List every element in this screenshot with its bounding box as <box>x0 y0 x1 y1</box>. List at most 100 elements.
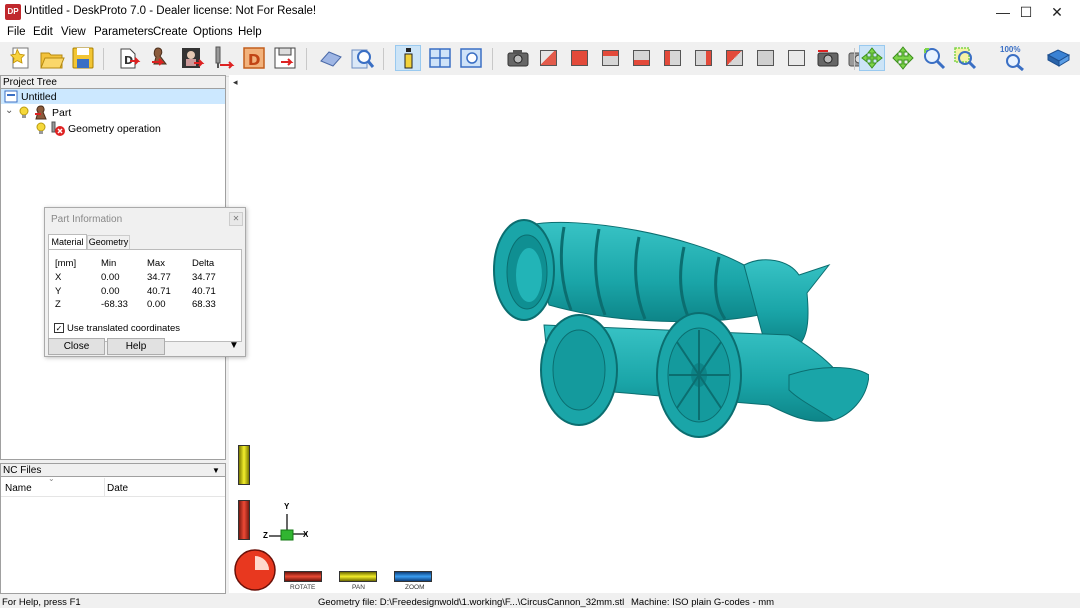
pan-tool-icon[interactable] <box>890 45 916 71</box>
axis-x-label: X <box>303 530 309 539</box>
nc-files-panel: NC Files ▼ Name ⌄ Date <box>0 463 226 594</box>
toolbar: D D 100% <box>0 42 1080 77</box>
view-top-cube-icon[interactable] <box>598 45 624 71</box>
view-back-cube-icon[interactable] <box>722 45 748 71</box>
tree-part-label: Part <box>52 107 72 119</box>
view-bottom-cube-icon[interactable] <box>629 45 655 71</box>
column-name-label: Name <box>5 483 32 494</box>
zoom-box-icon[interactable] <box>952 45 978 71</box>
tree-root-label: Untitled <box>21 91 57 103</box>
rotate-slider-handle[interactable] <box>238 500 250 540</box>
pan-slider-handle[interactable] <box>238 445 250 485</box>
view-left-cube-icon[interactable] <box>660 45 686 71</box>
status-help-text: For Help, press F1 <box>2 597 81 608</box>
row-z-max: 0.00 <box>147 299 166 310</box>
translated-coords-checkbox[interactable]: ✓ <box>54 323 64 333</box>
app-icon[interactable]: DP <box>5 4 21 20</box>
pan-mode-button[interactable] <box>339 571 377 582</box>
lightbulb-icon[interactable] <box>36 122 46 136</box>
3d-viewport[interactable]: ◂ Y Z X ROTATE PAN ZOOM <box>229 75 1080 593</box>
inspect-icon[interactable] <box>349 45 375 71</box>
row-y-max: 40.71 <box>147 286 171 297</box>
toolbar-separator <box>306 48 307 70</box>
zoom-mode-button[interactable] <box>394 571 432 582</box>
view-right-cube-icon[interactable] <box>691 45 717 71</box>
dialog-title: Part Information <box>51 214 123 225</box>
row-x-max: 34.77 <box>147 272 171 283</box>
tab-geometry[interactable]: Geometry <box>87 235 130 249</box>
camera-icon[interactable] <box>505 45 531 71</box>
min-header: Min <box>101 258 117 269</box>
rotate-mode-button[interactable] <box>284 571 322 582</box>
add-operation-icon[interactable] <box>210 45 236 71</box>
row-x-delta: 34.77 <box>192 272 216 283</box>
menu-create[interactable]: Create <box>153 26 188 38</box>
max-header: Max <box>147 258 165 269</box>
unit-header: [mm] <box>55 258 77 269</box>
tab-material[interactable]: Material <box>48 234 87 249</box>
zoom-100-icon[interactable]: 100% <box>999 45 1029 71</box>
column-date[interactable]: Date <box>107 483 128 494</box>
menu-options[interactable]: Options <box>193 26 233 38</box>
menu-edit[interactable]: Edit <box>33 26 53 38</box>
view-iso-cube-icon[interactable] <box>536 45 562 71</box>
rotate-tool-icon[interactable] <box>859 45 885 71</box>
eraser-icon[interactable] <box>318 45 344 71</box>
menu-file[interactable]: File <box>7 26 26 38</box>
dialog-close-icon[interactable]: ✕ <box>229 212 243 226</box>
help-button[interactable]: Help <box>107 338 165 355</box>
view-grey-cube-icon[interactable] <box>753 45 779 71</box>
row-y-axis: Y <box>55 286 62 297</box>
material-tab-panel: [mm] Min Max Delta X 0.00 34.77 34.77 Y … <box>48 249 242 342</box>
toolbar-separator <box>492 48 493 70</box>
row-x-axis: X <box>55 272 62 283</box>
rotate-dial-icon[interactable] <box>233 548 277 592</box>
open-folder-icon[interactable] <box>39 45 65 71</box>
tree-operation-label: Geometry operation <box>68 123 161 135</box>
svg-text:D: D <box>248 51 260 69</box>
camera-rotate-icon[interactable] <box>815 45 841 71</box>
tree-item-untitled[interactable]: Untitled <box>1 89 225 104</box>
tree-item-part[interactable]: Part <box>1 105 225 120</box>
part-info-icon[interactable] <box>395 45 421 71</box>
part-information-dialog: Part Information ✕ Material Geometry [mm… <box>44 207 246 357</box>
collapse-panel-icon[interactable]: ◂ <box>233 77 238 88</box>
translated-coords-label[interactable]: Use translated coordinates <box>67 323 180 334</box>
view-front-cube-icon[interactable] <box>567 45 593 71</box>
toolbar-separator <box>383 48 384 70</box>
operation-error-icon <box>51 121 65 136</box>
toolbar-separator <box>103 48 104 70</box>
view-cube-outline-icon[interactable] <box>784 45 810 71</box>
import-geometry-icon[interactable]: D <box>116 45 142 71</box>
window-title: Untitled - DeskProto 7.0 - Dealer licens… <box>24 5 317 17</box>
create-drawing-icon[interactable]: D <box>241 45 267 71</box>
toolbar-separator <box>854 48 855 70</box>
close-window-button[interactable]: ✕ <box>1034 0 1080 24</box>
lightbulb-icon[interactable] <box>19 106 29 120</box>
row-y-delta: 40.71 <box>192 286 216 297</box>
zoom-in-icon[interactable] <box>921 45 947 71</box>
tree-item-geometry-operation[interactable]: Geometry operation <box>1 121 225 136</box>
sort-chevron-icon: ⌄ <box>48 474 55 483</box>
save-nc-icon[interactable] <box>272 45 298 71</box>
close-button[interactable]: Close <box>48 338 105 355</box>
new-file-icon[interactable] <box>8 45 34 71</box>
delta-header: Delta <box>192 258 215 269</box>
more-options-icon[interactable]: ▼ <box>229 340 239 351</box>
help-book-icon[interactable] <box>1045 45 1071 71</box>
cannon-model[interactable] <box>489 215 869 440</box>
save-icon[interactable] <box>70 45 96 71</box>
menu-view[interactable]: View <box>61 26 86 38</box>
nc-files-dropdown-icon[interactable]: ▼ <box>212 464 220 477</box>
axis-y-label: Y <box>284 502 290 511</box>
add-bitmap-icon[interactable] <box>179 45 205 71</box>
layout-window-icon[interactable] <box>427 45 453 71</box>
menu-parameters[interactable]: Parameters <box>94 26 153 38</box>
menu-help[interactable]: Help <box>238 26 262 38</box>
status-geometry-file: Geometry file: D:\Freedesignwold\1.worki… <box>318 597 625 608</box>
row-z-axis: Z <box>55 299 61 310</box>
zoom-window-icon[interactable] <box>458 45 484 71</box>
add-part-icon[interactable] <box>148 45 174 71</box>
zoom-mode-label: ZOOM <box>405 584 425 591</box>
column-name[interactable]: Name ⌄ <box>1 474 105 496</box>
